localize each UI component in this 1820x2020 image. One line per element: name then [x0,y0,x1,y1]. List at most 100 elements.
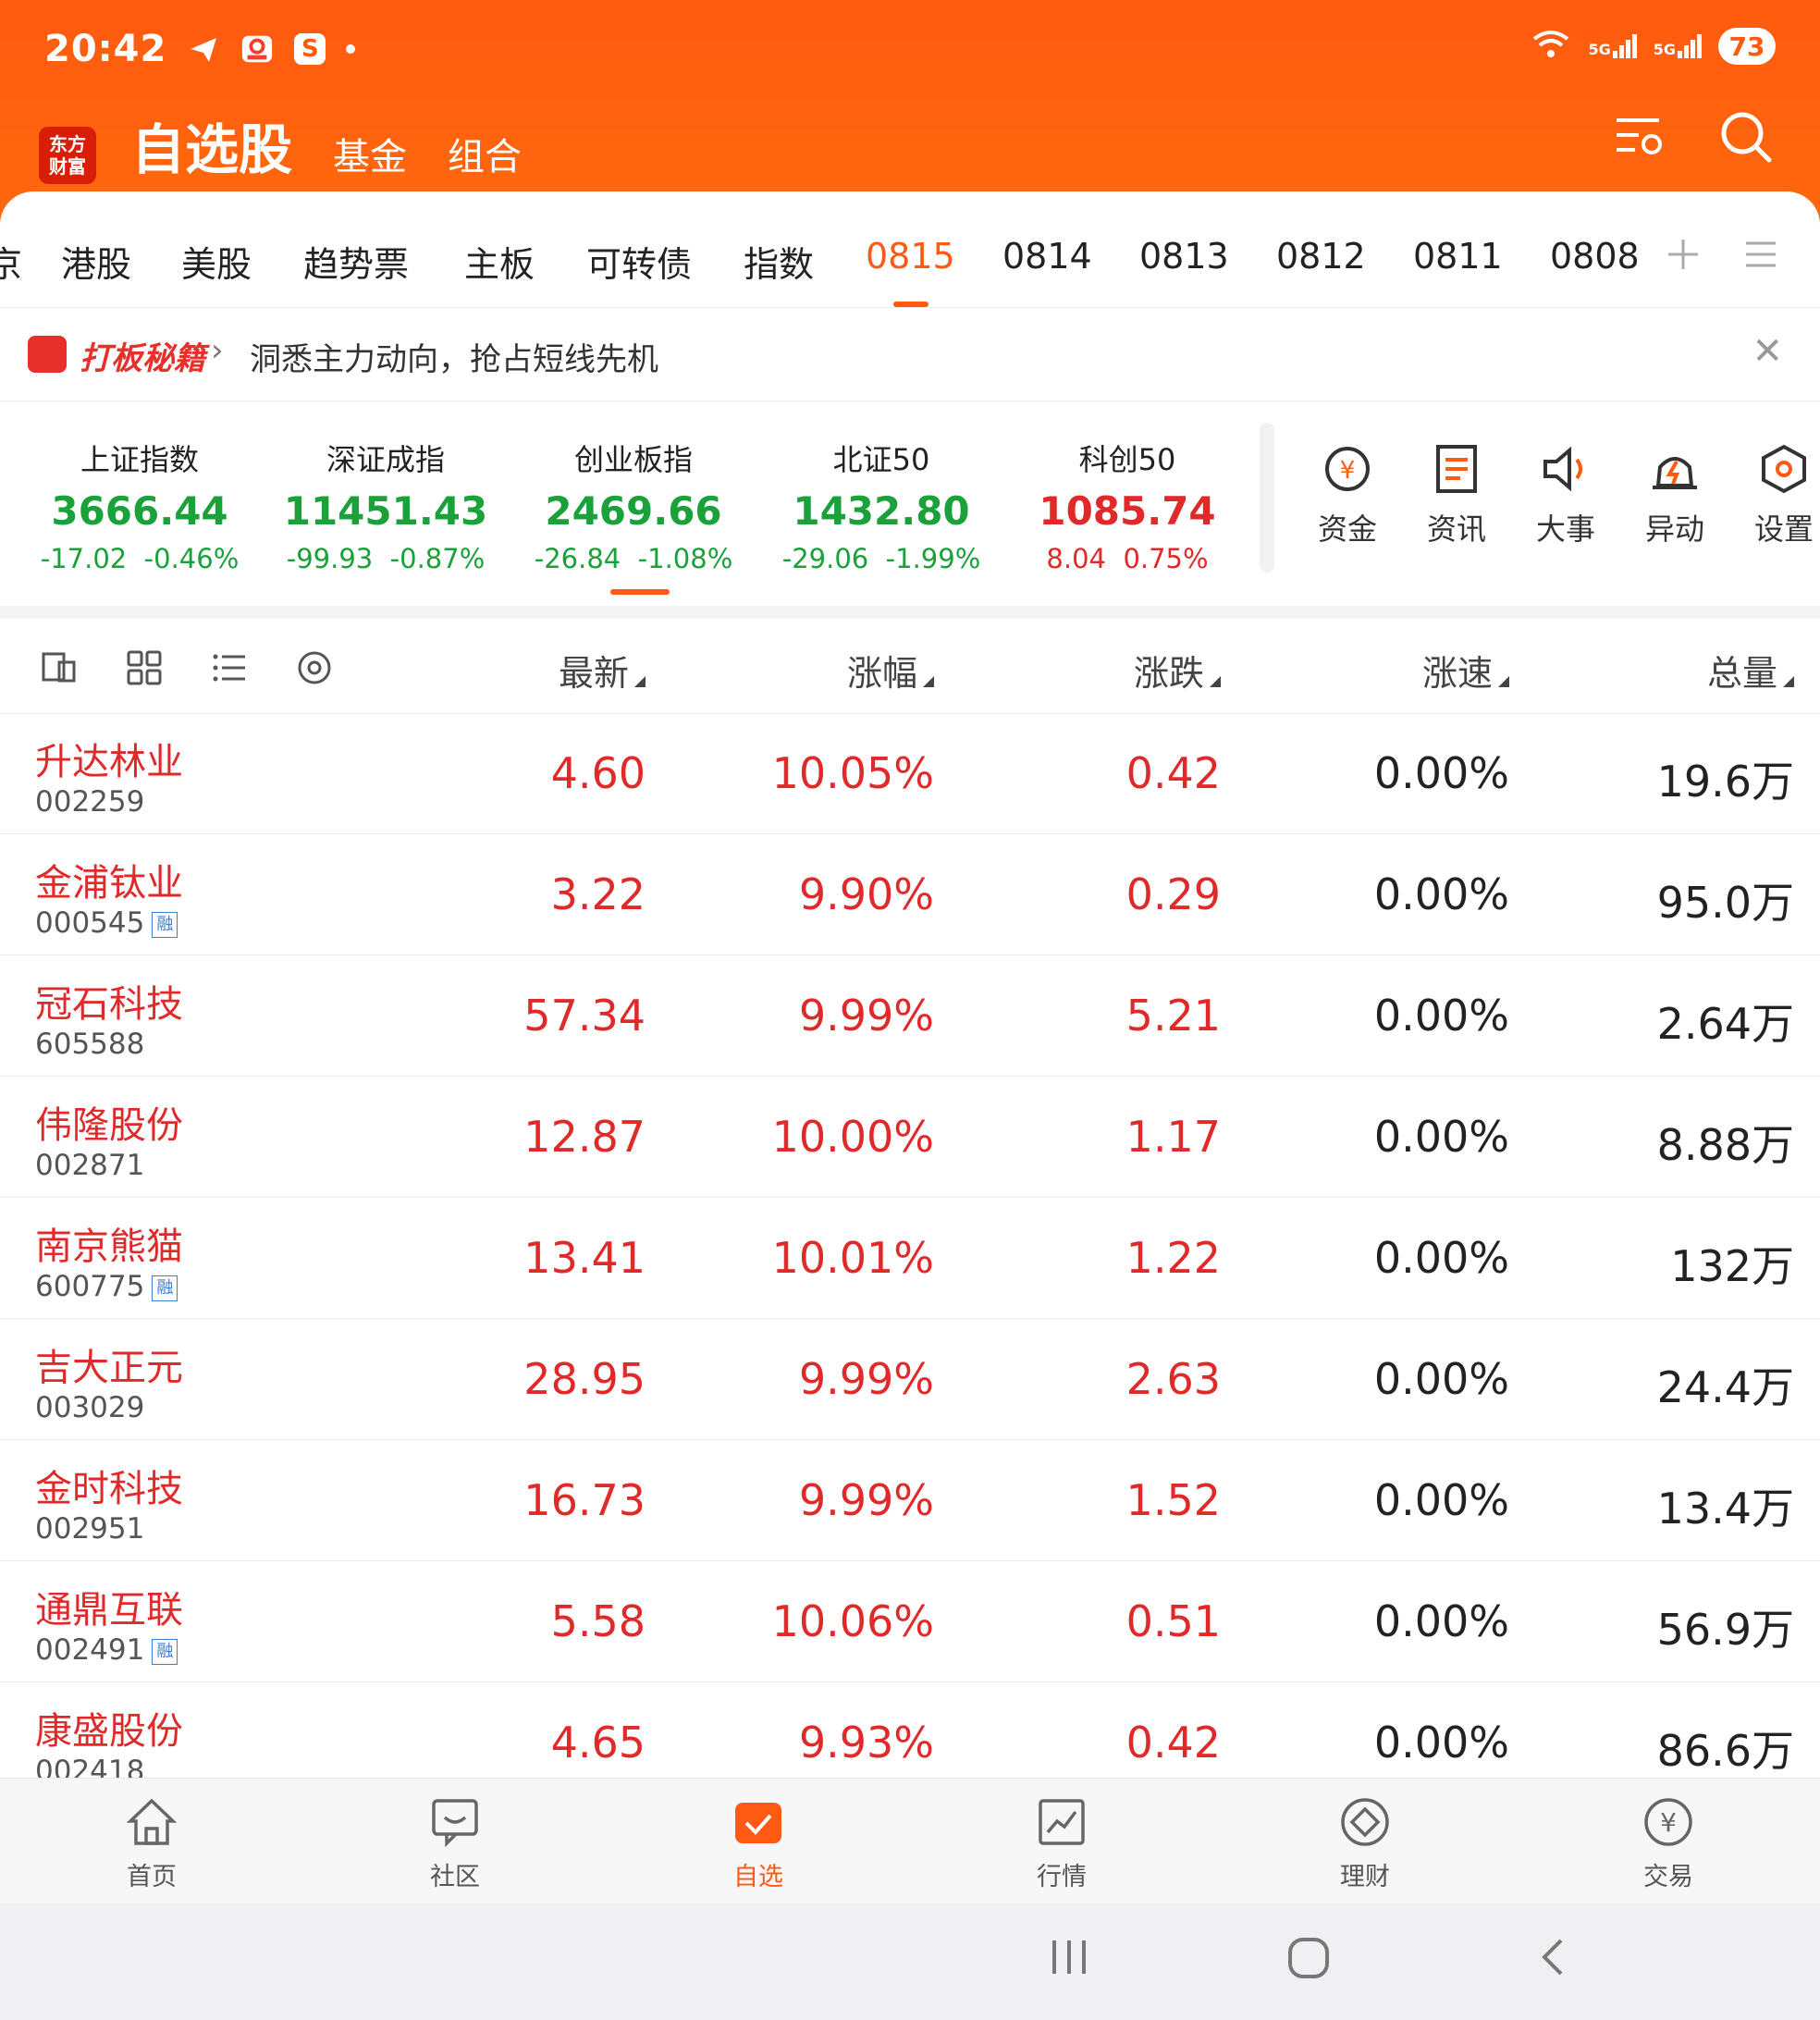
change-speed: 0.00% [1373,1718,1509,1768]
index-name: 北证50 [832,442,930,477]
stock-code-line: 605588 [35,1028,144,1061]
nav-label: 自选 [733,1863,783,1891]
stock-name: 金时科技 [35,1468,183,1510]
close-icon[interactable]: ✕ [1752,330,1783,373]
change-speed: 0.00% [1373,1596,1509,1646]
tab-0814[interactable]: 0814 [1002,236,1092,277]
tool-fund-flow[interactable]: ¥ 资金 [1297,441,1398,548]
index-change-amount: -26.84 [534,543,621,574]
tool-alarm[interactable]: 异动 [1624,441,1726,548]
tab-fund[interactable]: 基金 [333,127,407,184]
col-last-header[interactable]: 最新 [424,645,646,696]
index-change: 8.04 0.75% [1002,543,1252,574]
tab-0813[interactable]: 0813 [1139,236,1229,277]
tab-0815[interactable]: 0815 [866,236,955,277]
nav-label: 行情 [1037,1863,1087,1891]
sort-icon [923,676,934,687]
index-name: 深证成指 [326,442,445,477]
index-name: 科创50 [1078,442,1176,477]
sort-icon [634,676,646,687]
menu-icon[interactable] [1744,238,1777,275]
index-card[interactable]: 深证成指 11451.43 -99.93 -0.87% [261,437,510,574]
tool-speaker[interactable]: 大事 [1515,441,1617,548]
nav-chat[interactable]: 社区 [390,1795,520,1892]
table-row[interactable]: 金浦钛业 000545 融 3.22 9.90% 0.29 0.00% 95.0万 [0,834,1820,955]
settings-icon[interactable] [296,649,333,690]
tab-主板[interactable]: 主板 [464,236,535,287]
list-settings-icon[interactable] [1613,109,1666,168]
table-row[interactable]: 南京熊猫 600775 融 13.41 10.01% 1.22 0.00% 132万 [0,1198,1820,1319]
index-card[interactable]: 科创50 1085.74 8.04 0.75% [1002,437,1252,574]
index-card[interactable]: 北证50 1432.80 -29.06 -1.99% [756,437,1006,574]
recent-apps-icon[interactable] [1049,1937,1089,1981]
stock-code: 002491 [35,1633,145,1667]
stock-code-line: 002491 融 [35,1633,178,1667]
nav-chart[interactable]: 行情 [997,1795,1126,1892]
stock-code: 002951 [35,1512,145,1546]
grid-icon[interactable] [126,649,163,690]
change-pct: 10.05% [771,748,934,798]
network-label-1: 5G [1588,41,1611,58]
list-icon[interactable] [211,649,248,690]
volume: 24.4万 [1656,1362,1794,1412]
send-icon [187,32,220,66]
signal-1-icon: 5G [1588,34,1637,58]
index-card[interactable]: 创业板指 2469.66 -26.84 -1.08% [509,437,758,574]
tab-美股[interactable]: 美股 [181,236,252,287]
tab-京[interactable]: 京 [0,236,22,287]
col-chg-header[interactable]: 涨跌 [999,645,1221,696]
nav-diamond[interactable]: 理财 [1300,1795,1430,1892]
tool-news[interactable]: 资讯 [1406,441,1507,548]
col-pct-header[interactable]: 涨幅 [712,645,934,696]
alarm-icon [1647,457,1703,500]
content-sheet: 京港股 美股 趋势票 主板 可转债 指数 0815 0814 0813 0812 0811 0808 … [0,191,1820,1804]
news-icon [1429,445,1484,500]
tab-港股[interactable]: 港股 [61,236,131,287]
table-row[interactable]: 升达林业 002259 4.60 10.05% 0.42 0.00% 19.6万 [0,713,1820,834]
tool-settings-hex[interactable]: 设置 [1733,441,1820,548]
tab-可转债[interactable]: 可转债 [586,236,692,287]
page-title[interactable]: 自选股 [131,106,292,184]
tab-0808[interactable]: 0808 [1550,236,1640,277]
nav-home[interactable]: 首页 [87,1795,216,1892]
sort-icon [1783,676,1794,687]
tab-0812[interactable]: 0812 [1276,236,1366,277]
col-speed-header[interactable]: 涨速 [1287,645,1509,696]
tab-趋势票[interactable]: 趋势票 [303,236,409,287]
tab-portfolio[interactable]: 组合 [448,127,522,184]
index-card[interactable]: 上证指数 3666.44 -17.02 -0.46% [15,437,264,574]
last-price: 28.95 [523,1354,646,1404]
table-row[interactable]: 伟隆股份 002871 12.87 10.00% 1.17 0.00% 8.88万 [0,1077,1820,1198]
tab-指数[interactable]: 指数 [744,236,814,287]
index-change-pct: -1.08% [637,543,733,574]
stock-name: 金浦钛业 [35,862,183,905]
col-volume-header[interactable]: 总量 [1572,645,1794,696]
layout-icon[interactable] [41,649,78,690]
signal-2-icon: 5G [1654,34,1702,58]
svg-text:¥: ¥ [1660,1807,1677,1838]
last-price: 12.87 [523,1112,646,1162]
add-group-icon[interactable] [1665,236,1702,277]
promo-banner[interactable]: 打板秘籍 › 洞悉主力动向，抢占短线先机 ✕ [0,308,1820,401]
volume: 86.6万 [1656,1726,1794,1776]
nav-watchlist[interactable]: 自选 [694,1795,823,1892]
table-row[interactable]: 金时科技 002951 16.73 9.99% 1.52 0.00% 13.4万 [0,1440,1820,1561]
home-button-icon[interactable] [1287,1937,1330,1983]
volume: 2.64万 [1656,999,1794,1049]
back-icon[interactable] [1533,1937,1574,1981]
table-row[interactable]: 吉大正元 003029 28.95 9.99% 2.63 0.00% 24.4万 [0,1319,1820,1440]
stock-code: 002259 [35,785,145,819]
system-nav-bar [0,1903,1820,2020]
eastmoney-logo[interactable]: 东方 财富 [39,127,96,184]
volume: 19.6万 [1656,757,1794,807]
table-row[interactable]: 通鼎互联 002491 融 5.58 10.06% 0.51 0.00% 56.9万 [0,1561,1820,1682]
change-speed: 0.00% [1373,869,1509,919]
index-name: 上证指数 [80,442,199,477]
table-row[interactable]: 冠石科技 605588 57.34 9.99% 5.21 0.00% 2.64万 [0,955,1820,1077]
stock-list: 升达林业 002259 4.60 10.05% 0.42 0.00% 19.6万 金浦钛业 00… [0,713,1820,1804]
nav-yuan[interactable]: ¥ 交易 [1604,1795,1733,1892]
tab-0811[interactable]: 0811 [1413,236,1503,277]
table-header: 最新 涨幅 涨跌 涨速 总量 [0,619,1820,714]
status-bar: 20:42 S [44,26,356,72]
search-icon[interactable] [1718,109,1774,168]
